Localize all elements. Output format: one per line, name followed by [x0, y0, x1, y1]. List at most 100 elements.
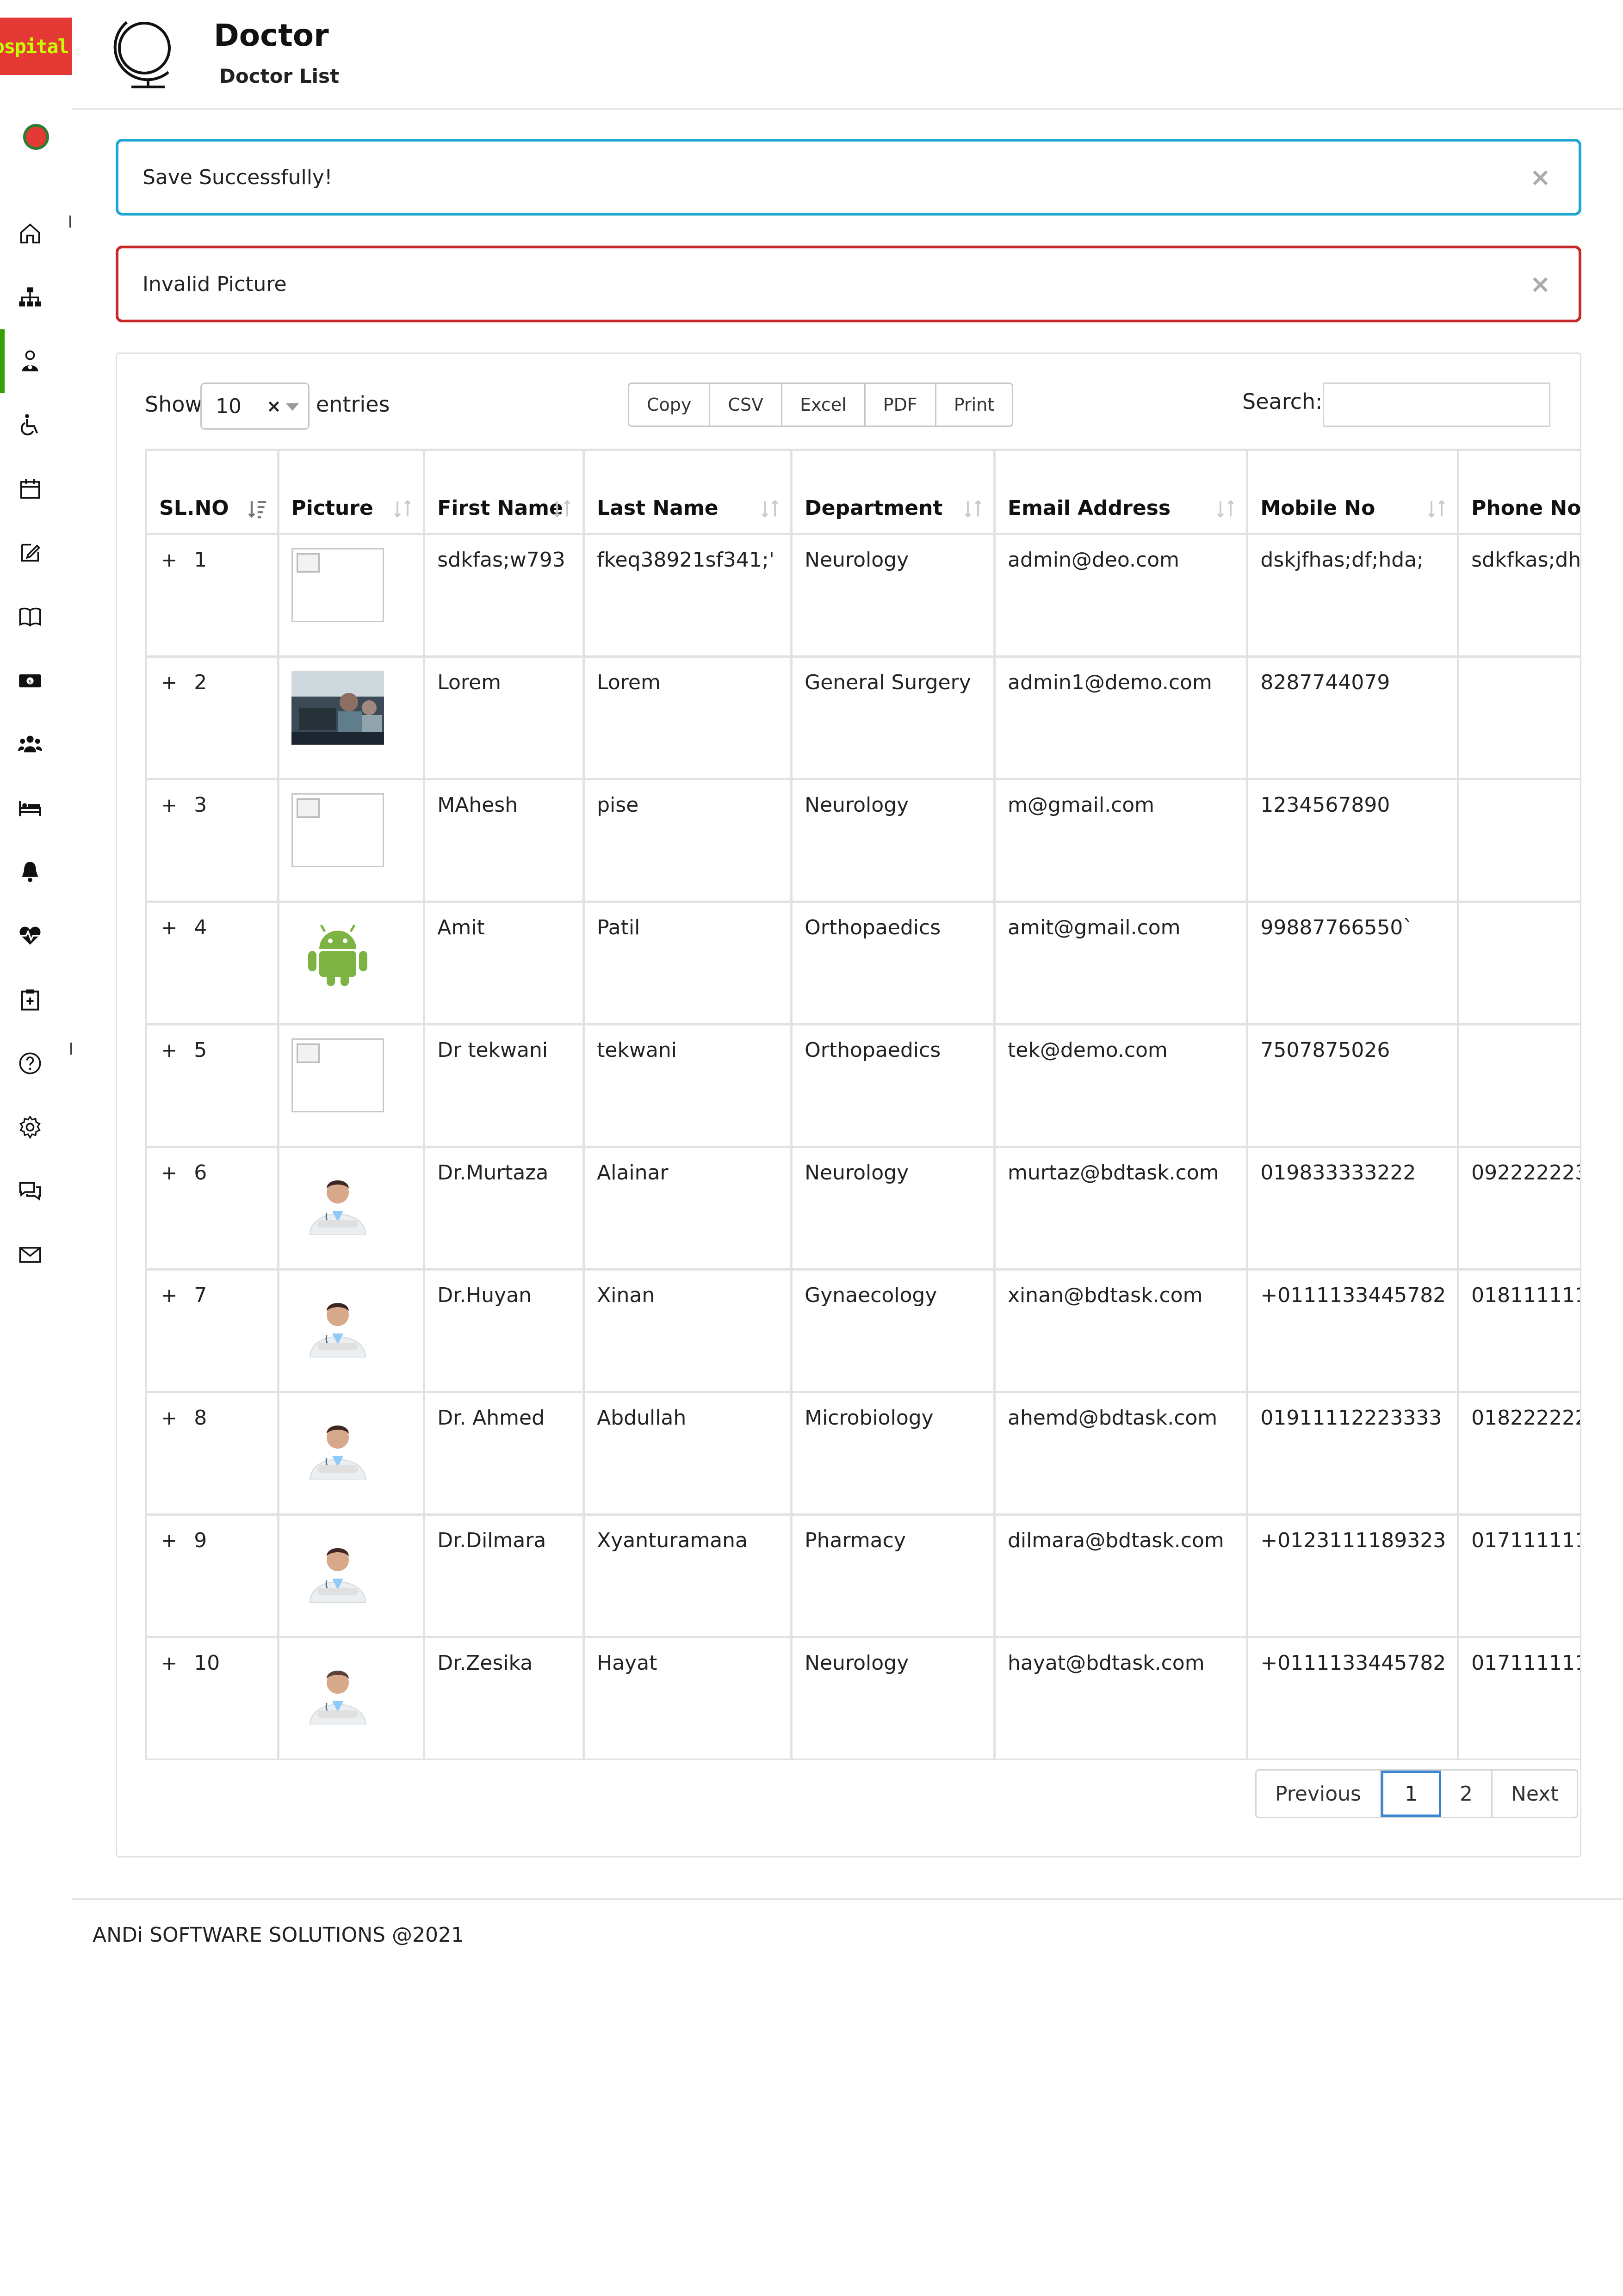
app: Hospital 1 $ Doctor Doctor List Save Suc… — [0, 0, 1623, 2296]
doctor-photo-image — [291, 1529, 384, 1603]
entries-select-value: 10 — [216, 394, 242, 418]
doctor-photo-image — [291, 1406, 384, 1480]
sl-no-cell: +10 — [145, 1636, 279, 1760]
search-input[interactable] — [1323, 383, 1550, 427]
sidebar-item-user-doctor[interactable] — [0, 329, 69, 393]
email-cell: dilmara@bdtask.com — [993, 1513, 1249, 1638]
calendar-icon — [20, 479, 40, 499]
sl-no-value: 4 — [194, 916, 207, 939]
phone-cell — [1457, 901, 1580, 1025]
expand-row-button[interactable]: + — [161, 1529, 177, 1552]
expand-row-button[interactable]: + — [161, 1039, 177, 1062]
sidebar-item-clipboard[interactable] — [0, 968, 69, 1031]
expand-row-button[interactable]: + — [161, 549, 177, 571]
globe-icon — [113, 21, 171, 88]
expand-row-button[interactable]: + — [161, 1407, 177, 1429]
department-cell: Neurology — [790, 1636, 996, 1760]
close-icon[interactable]: × — [1530, 163, 1551, 192]
broken-image — [291, 793, 384, 867]
sidebar-nav: $ — [0, 202, 69, 1287]
sl-no-cell: +7 — [145, 1268, 279, 1393]
sidebar-item-heartbeat[interactable] — [0, 904, 69, 968]
expand-row-button[interactable]: + — [161, 916, 177, 939]
department-cell: Orthopaedics — [790, 901, 996, 1025]
export-copy-button[interactable]: Copy — [629, 384, 711, 426]
last-name-cell: Xinan — [582, 1268, 793, 1393]
next-page-button[interactable]: Next — [1493, 1771, 1577, 1817]
phone-cell — [1457, 1023, 1580, 1148]
sl-no-cell: +1 — [145, 533, 279, 658]
entries-select[interactable]: 10 × — [200, 383, 310, 430]
department-cell: Microbiology — [790, 1391, 996, 1516]
picture-cell — [277, 655, 426, 780]
table-row: +7 Dr.Huyan Xinan Gynaecology xinan@bdtask.c… — [145, 1268, 1580, 1393]
chat-icon — [19, 1182, 41, 1201]
sidebar-item-calendar[interactable] — [0, 457, 69, 521]
doctor-photo-image — [291, 1161, 384, 1235]
sidebar-item-bed[interactable] — [0, 776, 69, 840]
phone-cell — [1457, 778, 1580, 903]
column-header-last-name[interactable]: Last Name — [582, 449, 793, 535]
sort-icon — [1217, 500, 1234, 518]
column-header-picture[interactable]: Picture — [277, 449, 426, 535]
close-icon[interactable]: × — [1530, 270, 1551, 299]
first-name-cell: Dr.Dilmara — [423, 1513, 585, 1638]
sidebar-item-money[interactable]: $ — [0, 648, 69, 712]
previous-page-button[interactable]: Previous — [1257, 1771, 1381, 1817]
column-header-first-name[interactable]: First Name — [423, 449, 585, 535]
table-row: +2 Lorem Lorem General Surgery admin1@demo.c… — [145, 655, 1580, 780]
wheelchair-icon — [20, 414, 38, 436]
email-cell: amit@gmail.com — [993, 901, 1249, 1025]
book-icon — [19, 607, 41, 627]
sidebar-item-wheelchair[interactable] — [0, 393, 69, 457]
expand-row-button[interactable]: + — [161, 1284, 177, 1307]
sidebar-item-help[interactable] — [0, 1031, 69, 1095]
export-csv-button[interactable]: CSV — [710, 384, 783, 426]
clear-icon[interactable]: × — [266, 396, 281, 416]
last-name-cell: Hayat — [582, 1636, 793, 1760]
brand-logo[interactable]: Hospital 1 — [0, 18, 72, 75]
sitemap-icon — [19, 287, 41, 307]
sidebar-item-edit[interactable] — [0, 521, 69, 585]
column-header-department[interactable]: Department — [790, 449, 996, 535]
picture-cell — [277, 778, 426, 903]
department-cell: Pharmacy — [790, 1513, 996, 1638]
sidebar-item-sitemap[interactable] — [0, 265, 69, 329]
expand-row-button[interactable]: + — [161, 671, 177, 694]
expand-row-button[interactable]: + — [161, 1161, 177, 1184]
picture-cell — [277, 533, 426, 658]
table-body: +1 sdkfas;w793 fkeq38921sf341;' Neurology ad… — [145, 533, 1580, 1760]
sidebar-item-users[interactable] — [0, 712, 69, 776]
last-name-cell: Xyanturamana — [582, 1513, 793, 1638]
table-controls: Show 10 × entries Copy CSV Excel PDF Print S… — [117, 354, 1580, 442]
page-button-2[interactable]: 2 — [1441, 1771, 1493, 1817]
user-avatar[interactable] — [23, 124, 49, 150]
sidebar-item-gear[interactable] — [0, 1095, 69, 1159]
table-row: +1 sdkfas;w793 fkeq38921sf341;' Neurology ad… — [145, 533, 1580, 658]
sidebar-item-chat[interactable] — [0, 1159, 69, 1223]
export-print-button[interactable]: Print — [936, 384, 1012, 426]
sidebar-item-book[interactable] — [0, 585, 69, 648]
column-header-phone-no[interactable]: Phone No — [1457, 449, 1580, 535]
column-header-mobile-no[interactable]: Mobile No — [1246, 449, 1460, 535]
page-title: Doctor — [214, 18, 329, 53]
doctor-photo-image — [291, 1651, 384, 1725]
sidebar-item-home[interactable] — [0, 202, 69, 265]
export-excel-button[interactable]: Excel — [782, 384, 866, 426]
footer-text: ANDi SOFTWARE SOLUTIONS @2021 — [93, 1923, 465, 1947]
column-header-sl-no[interactable]: SL.NO — [145, 449, 279, 535]
doctor-photo-image — [291, 1284, 384, 1358]
last-name-cell: fkeq38921sf341;' — [582, 533, 793, 658]
expand-row-button[interactable]: + — [161, 794, 177, 816]
email-cell: xinan@bdtask.com — [993, 1268, 1249, 1393]
expand-row-button[interactable]: + — [161, 1652, 177, 1674]
error-alert: Invalid Picture × — [116, 246, 1581, 322]
page-button-1[interactable]: 1 — [1381, 1771, 1441, 1817]
brand-logo-text: Hospital 1 — [0, 35, 72, 58]
column-header-label: Mobile No — [1260, 496, 1375, 520]
sidebar-item-mail[interactable] — [0, 1223, 69, 1287]
export-pdf-button[interactable]: PDF — [866, 384, 936, 426]
column-header-email-address[interactable]: Email Address — [993, 449, 1249, 535]
sidebar-item-bell[interactable] — [0, 840, 69, 904]
sort-asc-icon — [248, 501, 266, 518]
